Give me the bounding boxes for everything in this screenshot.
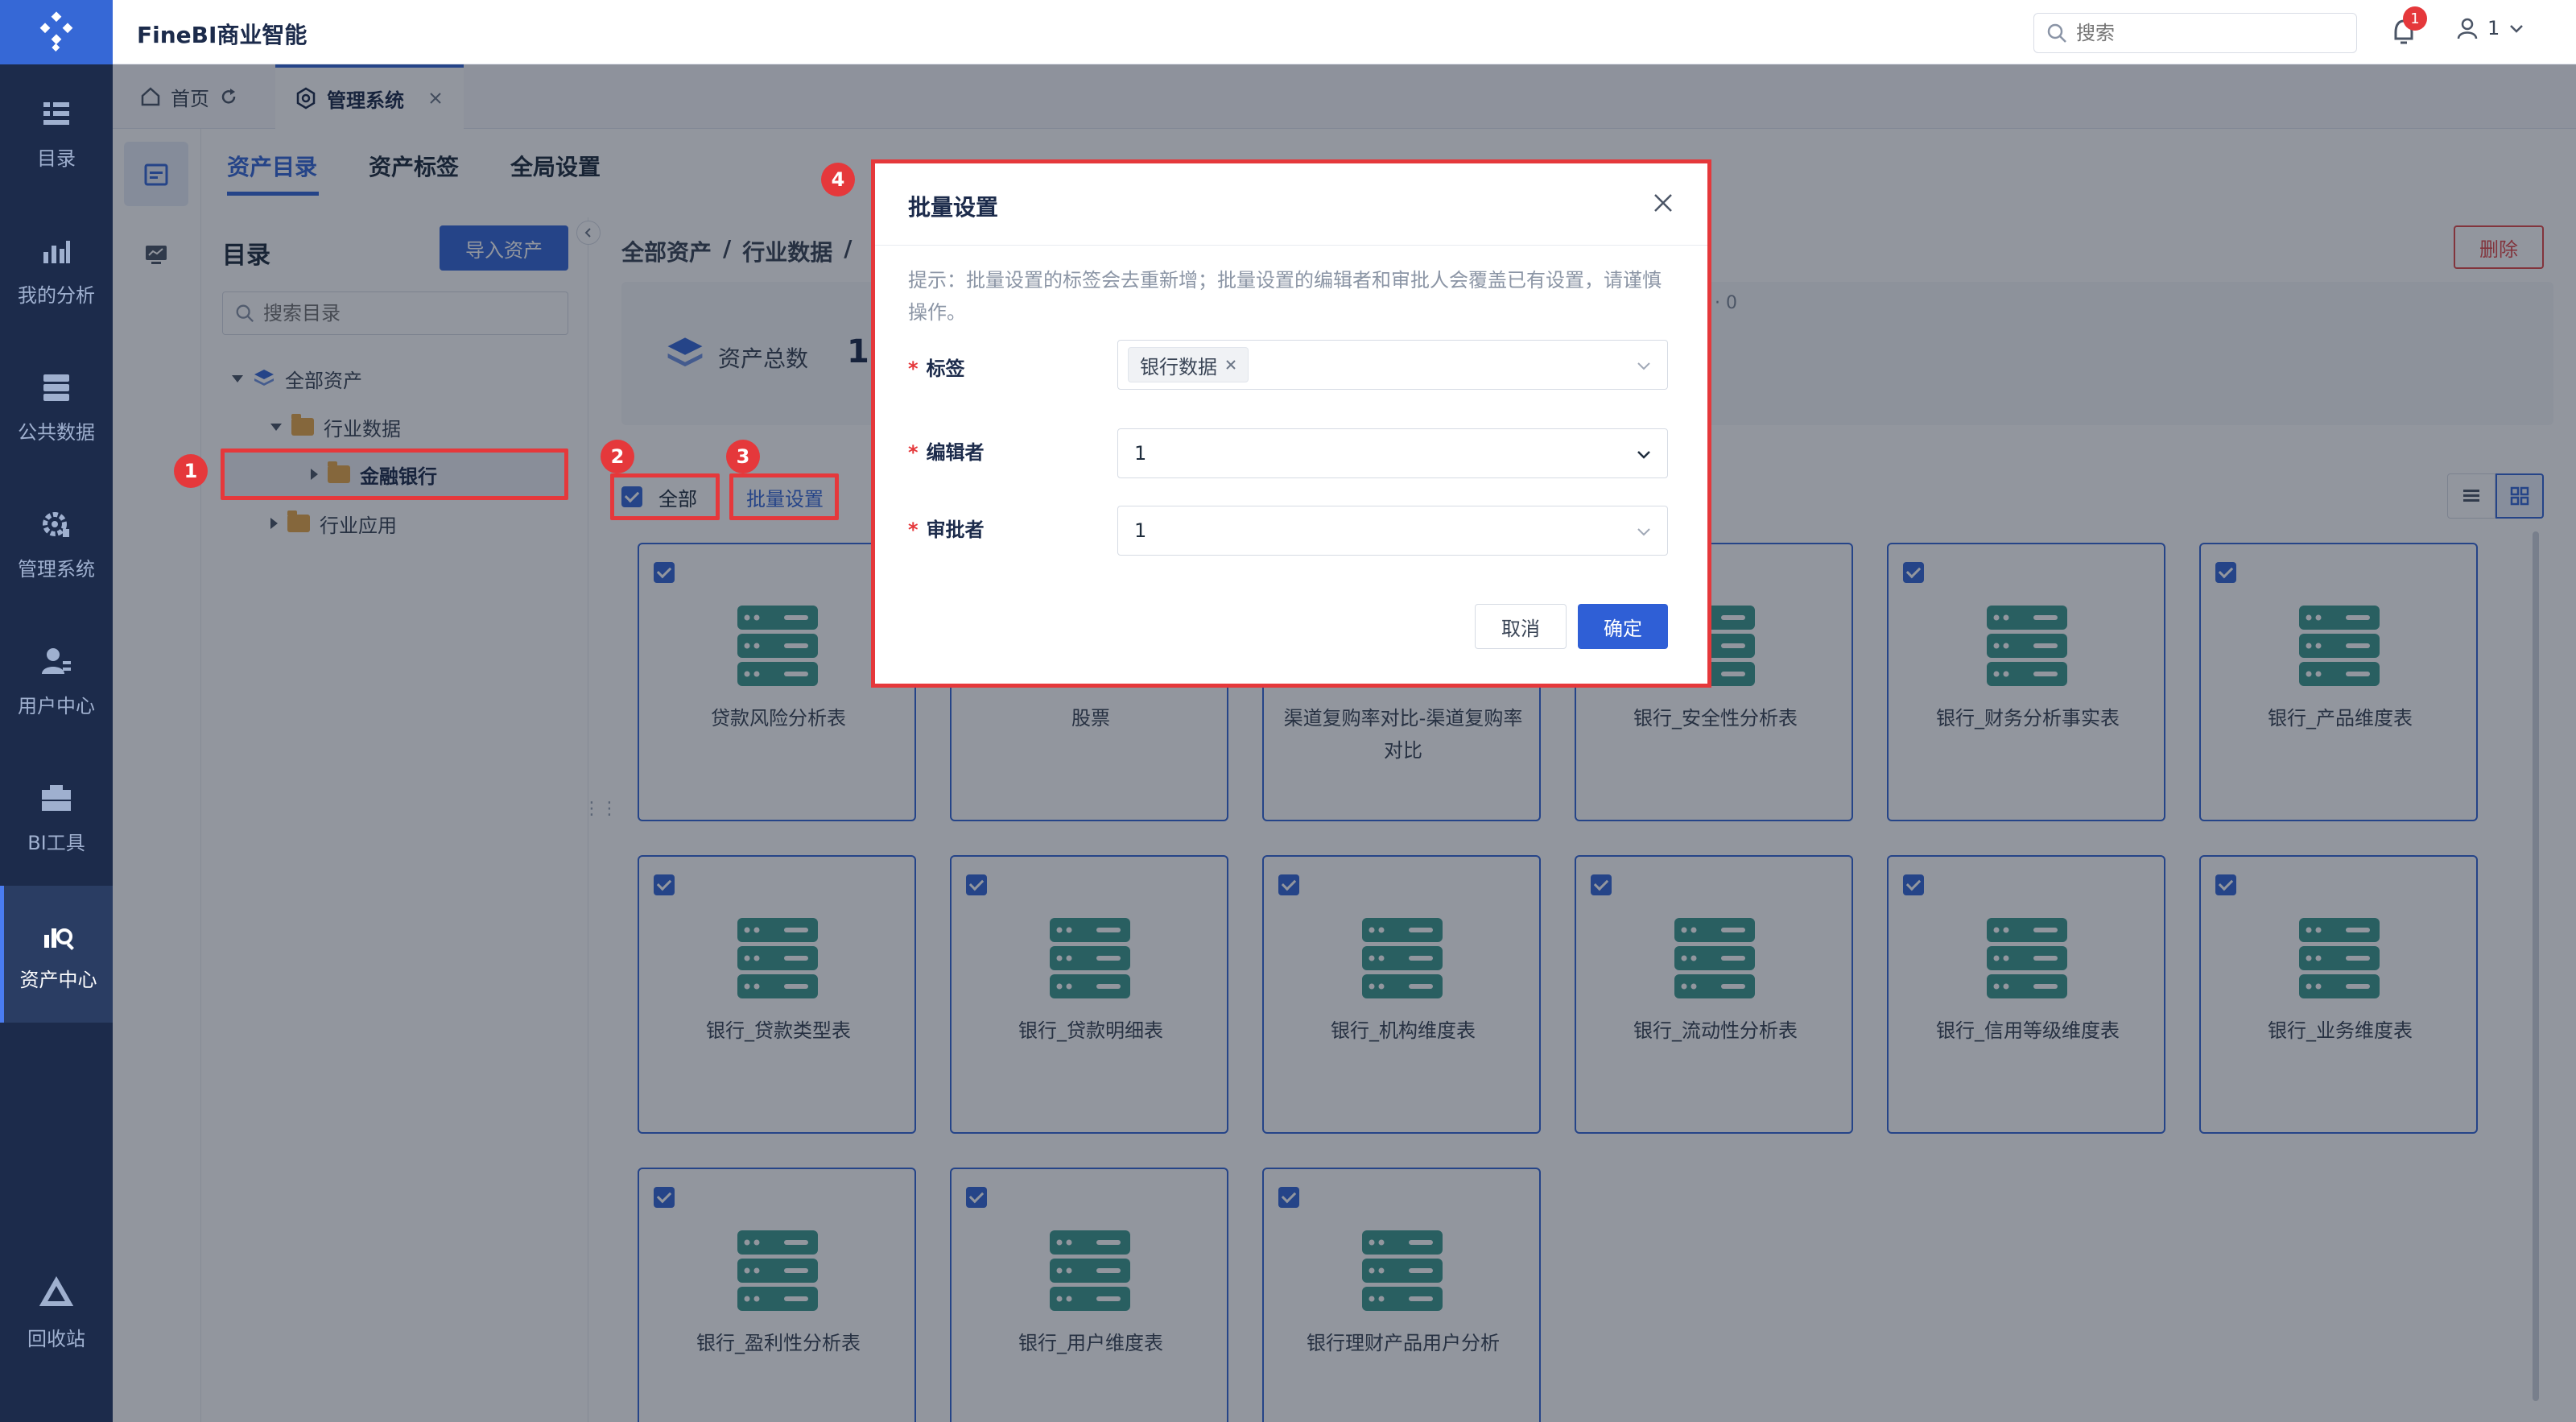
editor-label-text: 编辑者 <box>926 441 985 464</box>
tag-chip: 银行数据 <box>1128 347 1249 382</box>
toolbox-icon <box>42 784 71 811</box>
user-icon <box>42 647 71 674</box>
confirm-button[interactable]: 确定 <box>1578 604 1668 649</box>
chevron-down-icon <box>2510 25 2524 33</box>
nav-item-user-center[interactable]: 用户中心 <box>0 612 113 749</box>
global-search[interactable] <box>2033 13 2357 53</box>
tag-field-label: * 标签 <box>908 353 965 381</box>
approver-select[interactable]: 1 <box>1117 506 1668 556</box>
user-icon <box>2457 18 2478 39</box>
close-icon[interactable] <box>1225 359 1236 370</box>
user-menu[interactable]: 1 <box>2455 16 2525 40</box>
nav-label: 管理系统 <box>18 557 95 581</box>
annotation-highlight-tree <box>221 449 568 500</box>
app-title: FineBI商业智能 <box>137 22 308 48</box>
nav-label: 用户中心 <box>18 694 95 717</box>
dialog-divider <box>875 245 1707 246</box>
editor-select[interactable]: 1 <box>1117 428 1668 478</box>
dialog-title: 批量设置 <box>908 194 999 221</box>
tag-select[interactable]: 银行数据 <box>1117 340 1668 390</box>
user-name: 1 <box>2487 17 2500 39</box>
recycle-icon <box>39 1275 74 1306</box>
editor-field-label: * 编辑者 <box>908 436 985 465</box>
nav-label: 我的分析 <box>18 283 95 307</box>
database-icon <box>43 374 69 401</box>
gear-icon <box>43 511 69 537</box>
close-icon[interactable] <box>1647 187 1679 219</box>
chart-icon <box>43 240 70 263</box>
dialog-tip: 提示：批量设置的标签会去重新增；批量设置的编辑者和审批人会覆盖已有设置，请谨慎操… <box>908 269 1662 324</box>
asset-search-icon <box>43 928 74 950</box>
required-mark: * <box>908 441 919 464</box>
chevron-down-icon <box>1637 451 1650 459</box>
approver-value: 1 <box>1134 519 1147 542</box>
approver-field-label: * 审批者 <box>908 514 985 542</box>
nav-item-bi-tools[interactable]: BI工具 <box>0 749 113 886</box>
nav-item-recycle-bin[interactable]: 回收站 <box>0 1245 113 1382</box>
nav-item-asset-center[interactable]: 资产中心 <box>0 886 113 1023</box>
nav-item-my-analysis[interactable]: 我的分析 <box>0 201 113 338</box>
editor-value: 1 <box>1134 442 1147 465</box>
chevron-down-icon <box>1637 362 1650 370</box>
nav-item-catalog[interactable]: 目录 <box>0 64 113 201</box>
annotation-marker: 3 <box>726 440 760 473</box>
annotation-marker: 1 <box>174 454 208 488</box>
nav-label: 资产中心 <box>19 968 97 991</box>
nav-item-admin[interactable]: 管理系统 <box>0 475 113 612</box>
chevron-down-icon <box>1637 528 1650 536</box>
catalog-icon <box>43 101 69 125</box>
annotation-marker: 2 <box>601 440 634 473</box>
annotation-highlight-batch <box>729 473 839 520</box>
nav-label: 公共数据 <box>18 420 95 444</box>
global-search-input[interactable] <box>2076 22 2318 44</box>
cancel-button[interactable]: 取消 <box>1475 604 1567 649</box>
nav-label: BI工具 <box>27 831 85 854</box>
required-mark: * <box>908 519 919 541</box>
annotation-highlight-select-all <box>610 473 720 520</box>
nav-label: 回收站 <box>27 1327 85 1350</box>
required-mark: * <box>908 358 919 380</box>
annotation-marker: 4 <box>821 163 855 196</box>
logo-icon <box>39 11 73 52</box>
approver-label-text: 审批者 <box>926 519 985 541</box>
nav-item-public-data[interactable]: 公共数据 <box>0 338 113 475</box>
tag-chip-label: 银行数据 <box>1140 355 1217 378</box>
search-icon <box>2047 23 2066 43</box>
tag-label-text: 标签 <box>926 358 965 380</box>
nav-label: 目录 <box>37 147 76 170</box>
notification-badge: 1 <box>2403 6 2427 31</box>
app-logo[interactable] <box>0 0 113 64</box>
